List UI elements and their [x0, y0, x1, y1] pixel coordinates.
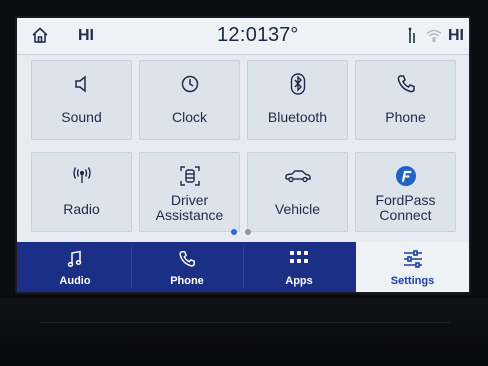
bezel-divider: [40, 322, 450, 323]
nav-label: Phone: [170, 275, 204, 287]
tile-label-line2: Assistance: [155, 207, 224, 223]
tile-radio[interactable]: Radio: [31, 152, 132, 232]
fordpass-logo-icon: [356, 164, 455, 188]
tile-label: Driver Assistance: [140, 193, 239, 223]
passenger-temp-setting[interactable]: HI: [448, 27, 464, 45]
tile-label: Sound: [61, 109, 102, 125]
tile-label: Vehicle: [274, 201, 321, 217]
nav-apps[interactable]: Apps: [244, 242, 354, 292]
tile-clock[interactable]: Clock: [139, 60, 240, 140]
bottom-nav: Audio Phone Apps Settings: [17, 242, 469, 292]
tile-label: Phone: [385, 109, 426, 125]
music-note-icon: [20, 250, 130, 268]
tile-label: Clock: [171, 109, 207, 125]
tile-fordpass-connect[interactable]: FordPass Connect: [355, 152, 456, 232]
tile-sound[interactable]: Sound: [31, 60, 132, 140]
page-dot[interactable]: [245, 229, 251, 235]
clock-time: 12:01: [217, 24, 269, 46]
speaker-icon: [32, 72, 131, 96]
phone-icon: [132, 250, 242, 268]
wifi-icon: [426, 29, 442, 43]
tile-label-line2: Connect: [379, 207, 432, 223]
tile-bluetooth[interactable]: Bluetooth: [247, 60, 348, 140]
infotainment-screen: HI 12:01 37° HI Sound Clock Bluetooth Ph…: [17, 18, 469, 292]
nav-label: Apps: [285, 275, 313, 287]
nav-settings[interactable]: Settings: [356, 242, 469, 292]
radio-antenna-icon: [32, 164, 131, 188]
phone-icon: [356, 72, 455, 96]
home-icon[interactable]: [31, 26, 49, 44]
tile-label-line1: Driver: [170, 192, 209, 208]
tile-label: Radio: [63, 201, 100, 217]
outside-temperature: 37°: [268, 24, 299, 46]
tile-label: Bluetooth: [267, 109, 328, 125]
signal-icon: [407, 27, 417, 45]
driver-assist-icon: [140, 164, 239, 188]
tile-phone[interactable]: Phone: [355, 60, 456, 140]
bluetooth-icon: [248, 72, 347, 96]
tile-driver-assistance[interactable]: Driver Assistance: [139, 152, 240, 232]
display-bezel: [0, 298, 488, 366]
tile-label: FordPass Connect: [356, 193, 455, 223]
tile-label-line1: FordPass: [375, 192, 436, 208]
settings-sliders-icon: [356, 250, 469, 268]
nav-label: Settings: [390, 275, 435, 287]
driver-temp-setting[interactable]: HI: [78, 27, 94, 45]
clock-icon: [140, 72, 239, 96]
status-bar: HI 12:01 37° HI: [17, 18, 469, 55]
nav-label: Audio: [59, 275, 91, 287]
apps-grid-icon: [244, 250, 354, 268]
page-dot-active[interactable]: [231, 229, 237, 235]
nav-audio[interactable]: Audio: [20, 242, 130, 292]
tile-vehicle[interactable]: Vehicle: [247, 152, 348, 232]
nav-phone[interactable]: Phone: [132, 242, 242, 292]
car-icon: [248, 164, 347, 188]
